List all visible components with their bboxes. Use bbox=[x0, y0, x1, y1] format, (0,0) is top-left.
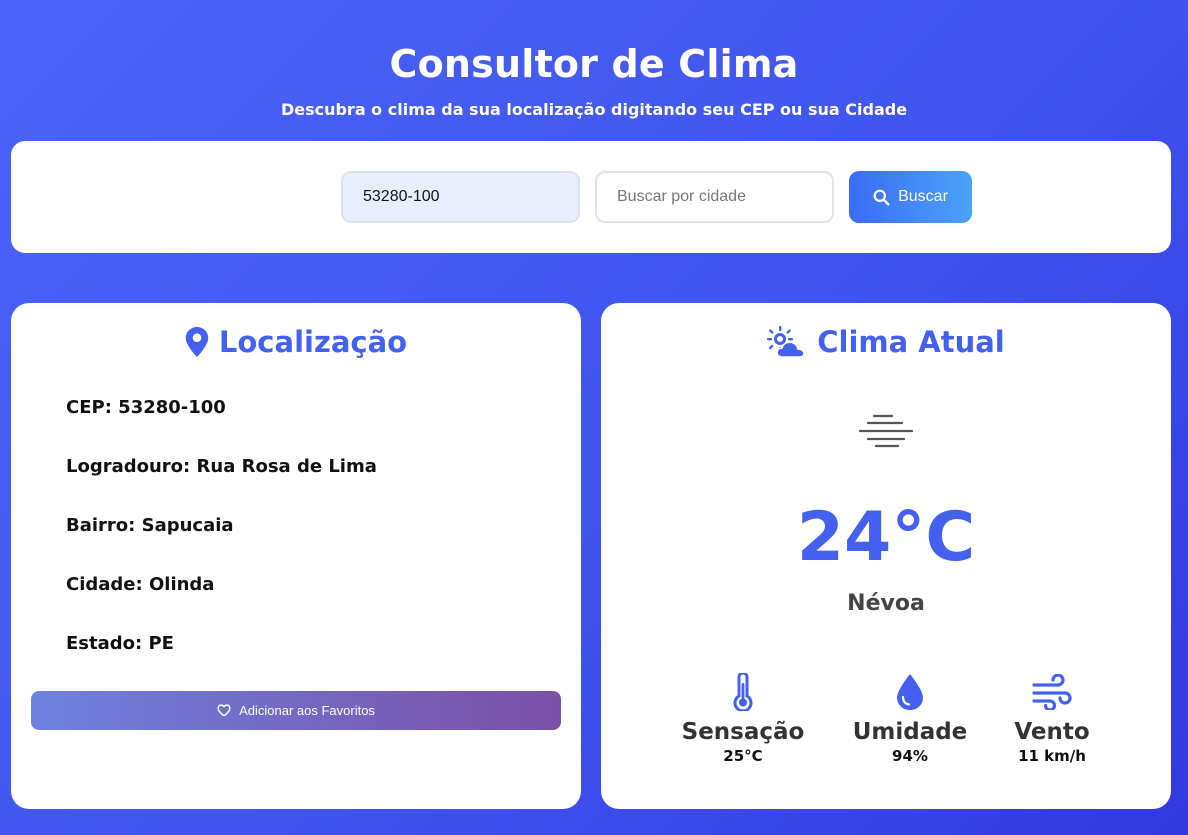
cep-detail: CEP: 53280-100 bbox=[66, 397, 226, 418]
humidity-value: 94% bbox=[892, 747, 928, 765]
temperature-value: 24°C bbox=[796, 498, 976, 577]
state-detail: Estado: PE bbox=[66, 633, 174, 654]
thermometer-icon bbox=[733, 673, 753, 711]
feels-like-stat: Sensação 25°C bbox=[673, 671, 813, 765]
location-card: Localização CEP: 53280-100 Logradouro: R… bbox=[11, 303, 581, 809]
search-button[interactable]: Buscar bbox=[849, 171, 972, 223]
neighborhood-detail: Bairro: Sapucaia bbox=[66, 515, 234, 536]
weather-card: Clima Atual 24°C Névoa Sensação 25°C Umi… bbox=[601, 303, 1171, 809]
page-subtitle: Descubra o clima da sua localização digi… bbox=[280, 100, 908, 119]
sun-cloud-icon bbox=[767, 326, 805, 358]
humidity-stat: Umidade 94% bbox=[840, 671, 980, 765]
wind-value: 11 km/h bbox=[1018, 747, 1086, 765]
feels-like-value: 25°C bbox=[723, 747, 763, 765]
heart-icon bbox=[217, 704, 231, 717]
cep-input[interactable] bbox=[341, 171, 580, 223]
feels-like-label: Sensação bbox=[681, 719, 805, 745]
location-heading-text: Localização bbox=[218, 325, 408, 359]
search-button-label: Buscar bbox=[898, 188, 948, 205]
city-detail: Cidade: Olinda bbox=[66, 574, 215, 595]
city-search-input[interactable] bbox=[595, 171, 834, 223]
map-pin-icon bbox=[185, 327, 209, 357]
weather-description: Névoa bbox=[847, 591, 925, 616]
location-heading: Localização bbox=[11, 325, 581, 359]
wind-label: Vento bbox=[1014, 719, 1090, 745]
wind-stat: Vento 11 km/h bbox=[982, 671, 1122, 765]
location-details: CEP: 53280-100 Logradouro: Rua Rosa de L… bbox=[66, 397, 377, 692]
street-detail: Logradouro: Rua Rosa de Lima bbox=[66, 456, 377, 477]
fog-icon bbox=[858, 414, 914, 448]
page-title: Consultor de Clima bbox=[389, 42, 799, 86]
weather-heading: Clima Atual bbox=[601, 325, 1171, 359]
add-favorite-button[interactable]: Adicionar aos Favoritos bbox=[31, 691, 561, 730]
search-icon bbox=[873, 189, 890, 205]
weather-heading-text: Clima Atual bbox=[817, 325, 1005, 359]
humidity-label: Umidade bbox=[852, 719, 968, 745]
add-favorite-label: Adicionar aos Favoritos bbox=[239, 703, 375, 718]
wind-icon bbox=[1032, 674, 1072, 710]
droplet-icon bbox=[897, 674, 923, 710]
search-card: Buscar bbox=[11, 141, 1171, 253]
